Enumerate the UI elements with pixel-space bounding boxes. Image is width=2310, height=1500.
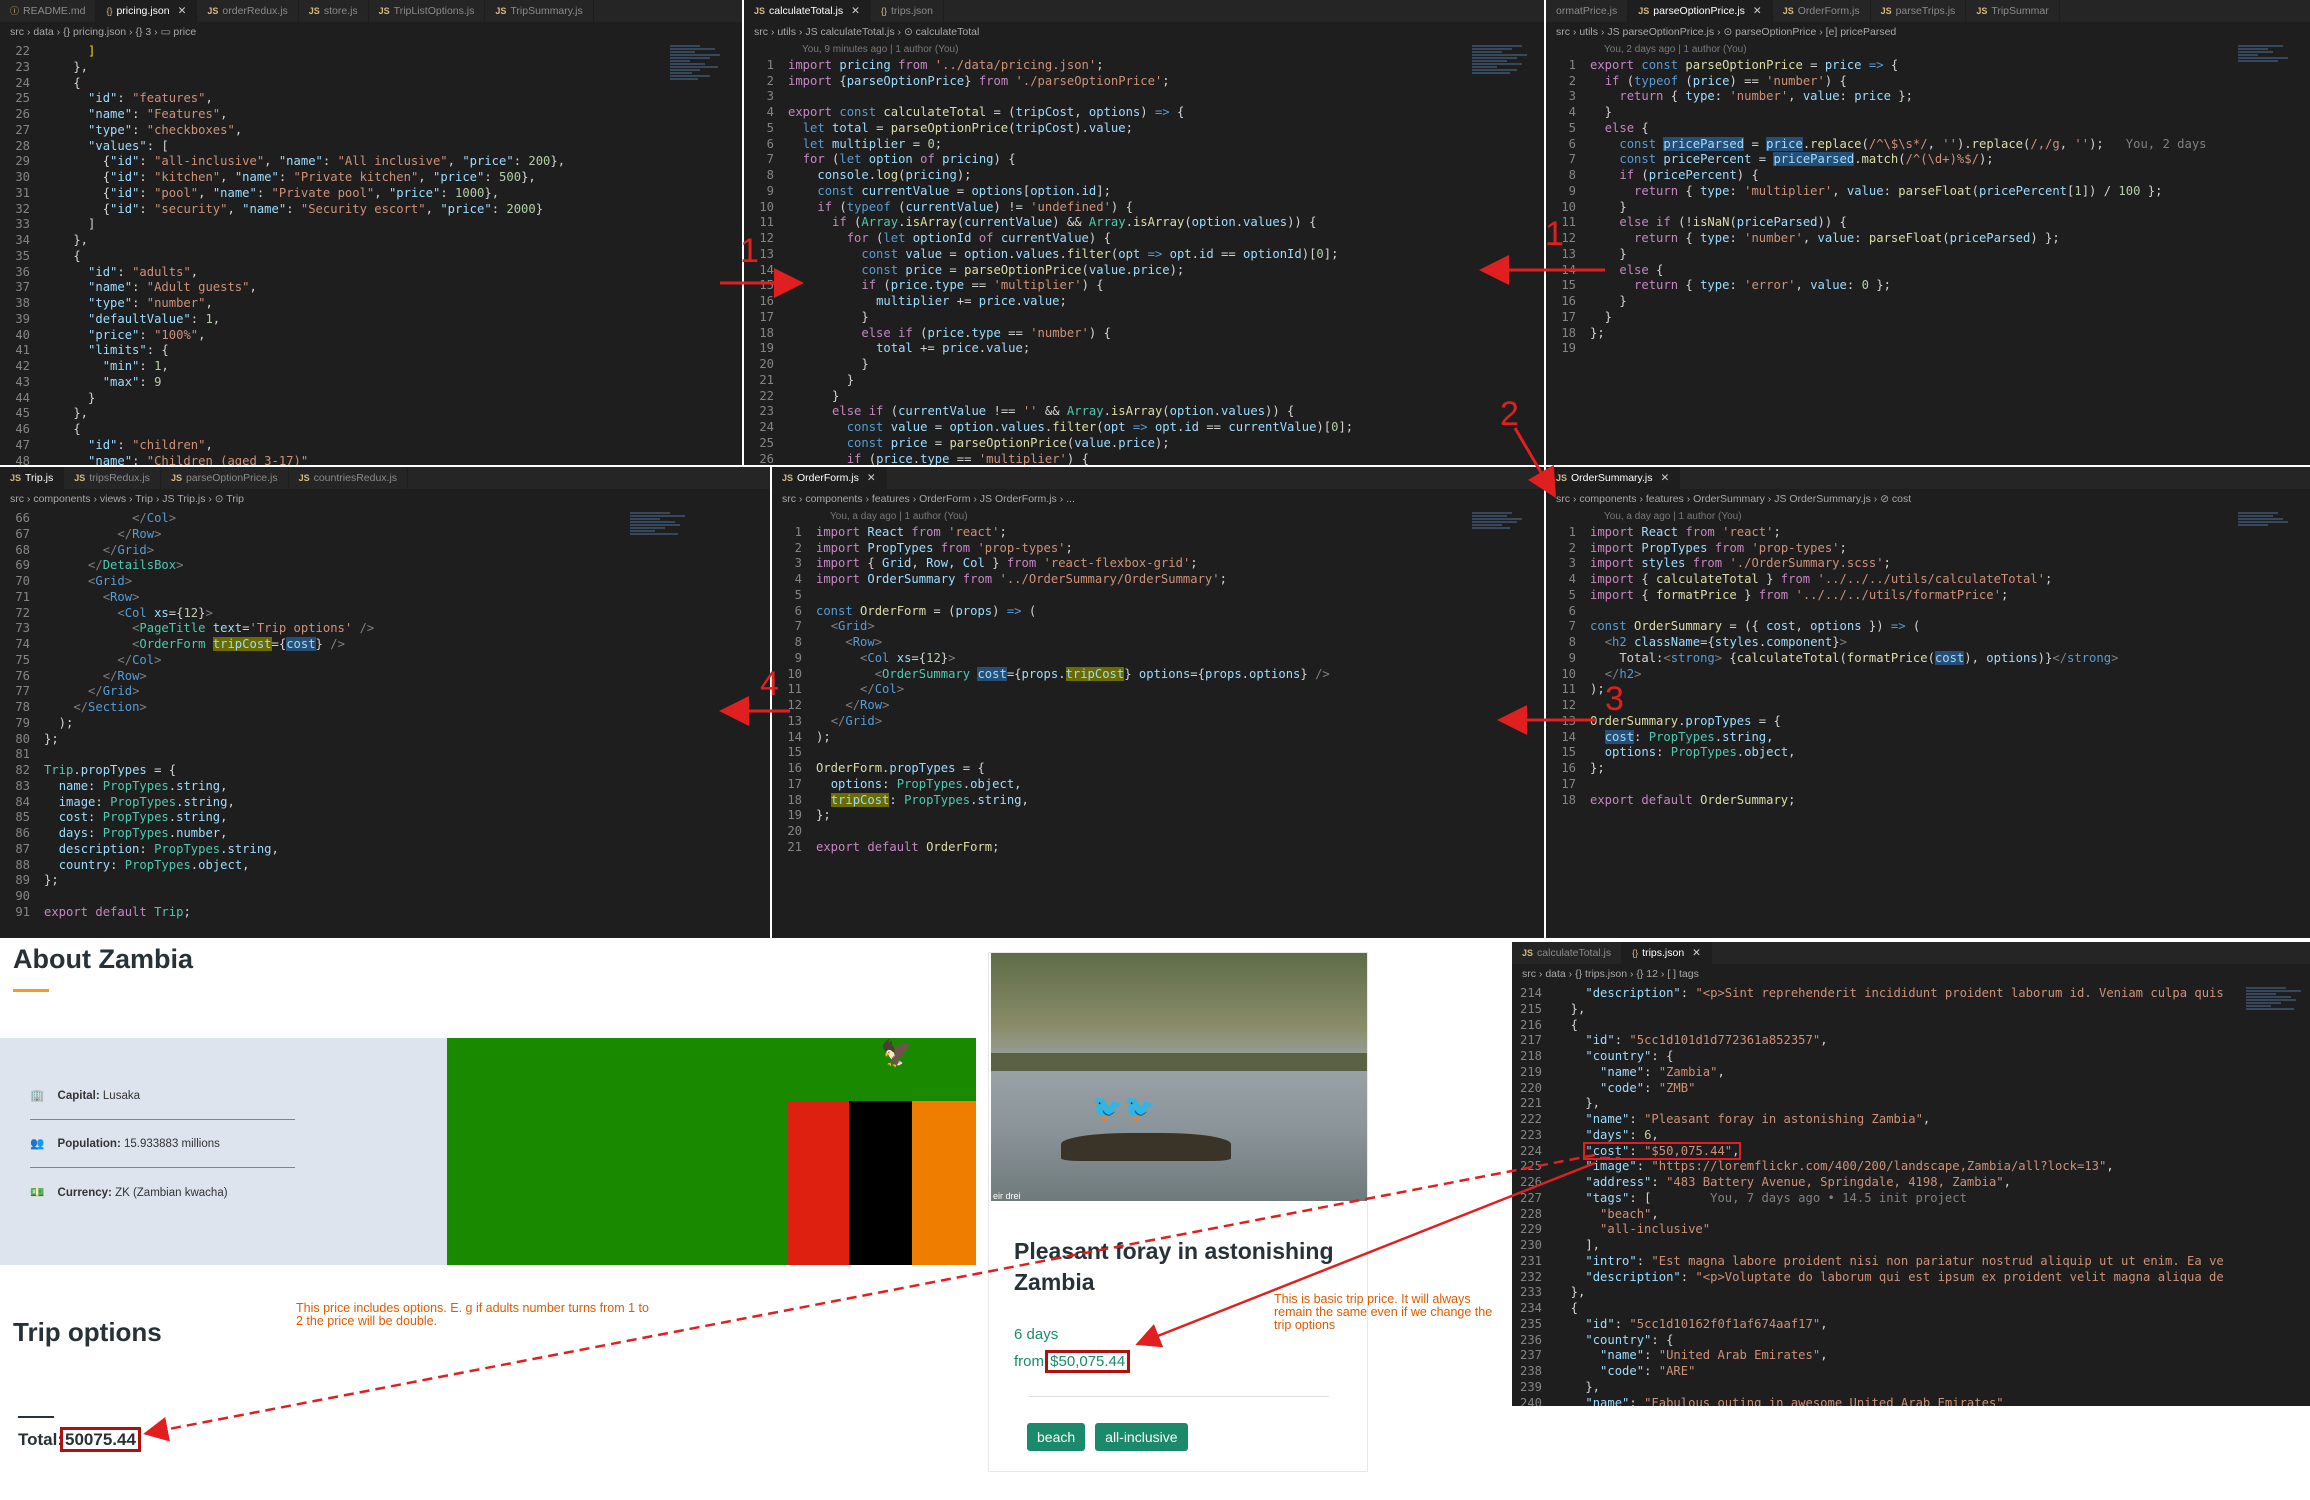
annotation-number-4: 4 <box>760 665 779 703</box>
annotation-arrows <box>143 255 1620 1442</box>
annotation-number-1a: 1 <box>740 232 759 270</box>
annotation-number-2: 2 <box>1500 395 1519 433</box>
arrow-cost-to-total <box>143 1153 1596 1442</box>
annotation-number-1b: 1 <box>1545 215 1564 253</box>
arrow-2 <box>1513 427 1557 499</box>
annotation-number-3: 3 <box>1605 680 1624 718</box>
arrow-cost-to-card <box>1135 1161 1596 1348</box>
